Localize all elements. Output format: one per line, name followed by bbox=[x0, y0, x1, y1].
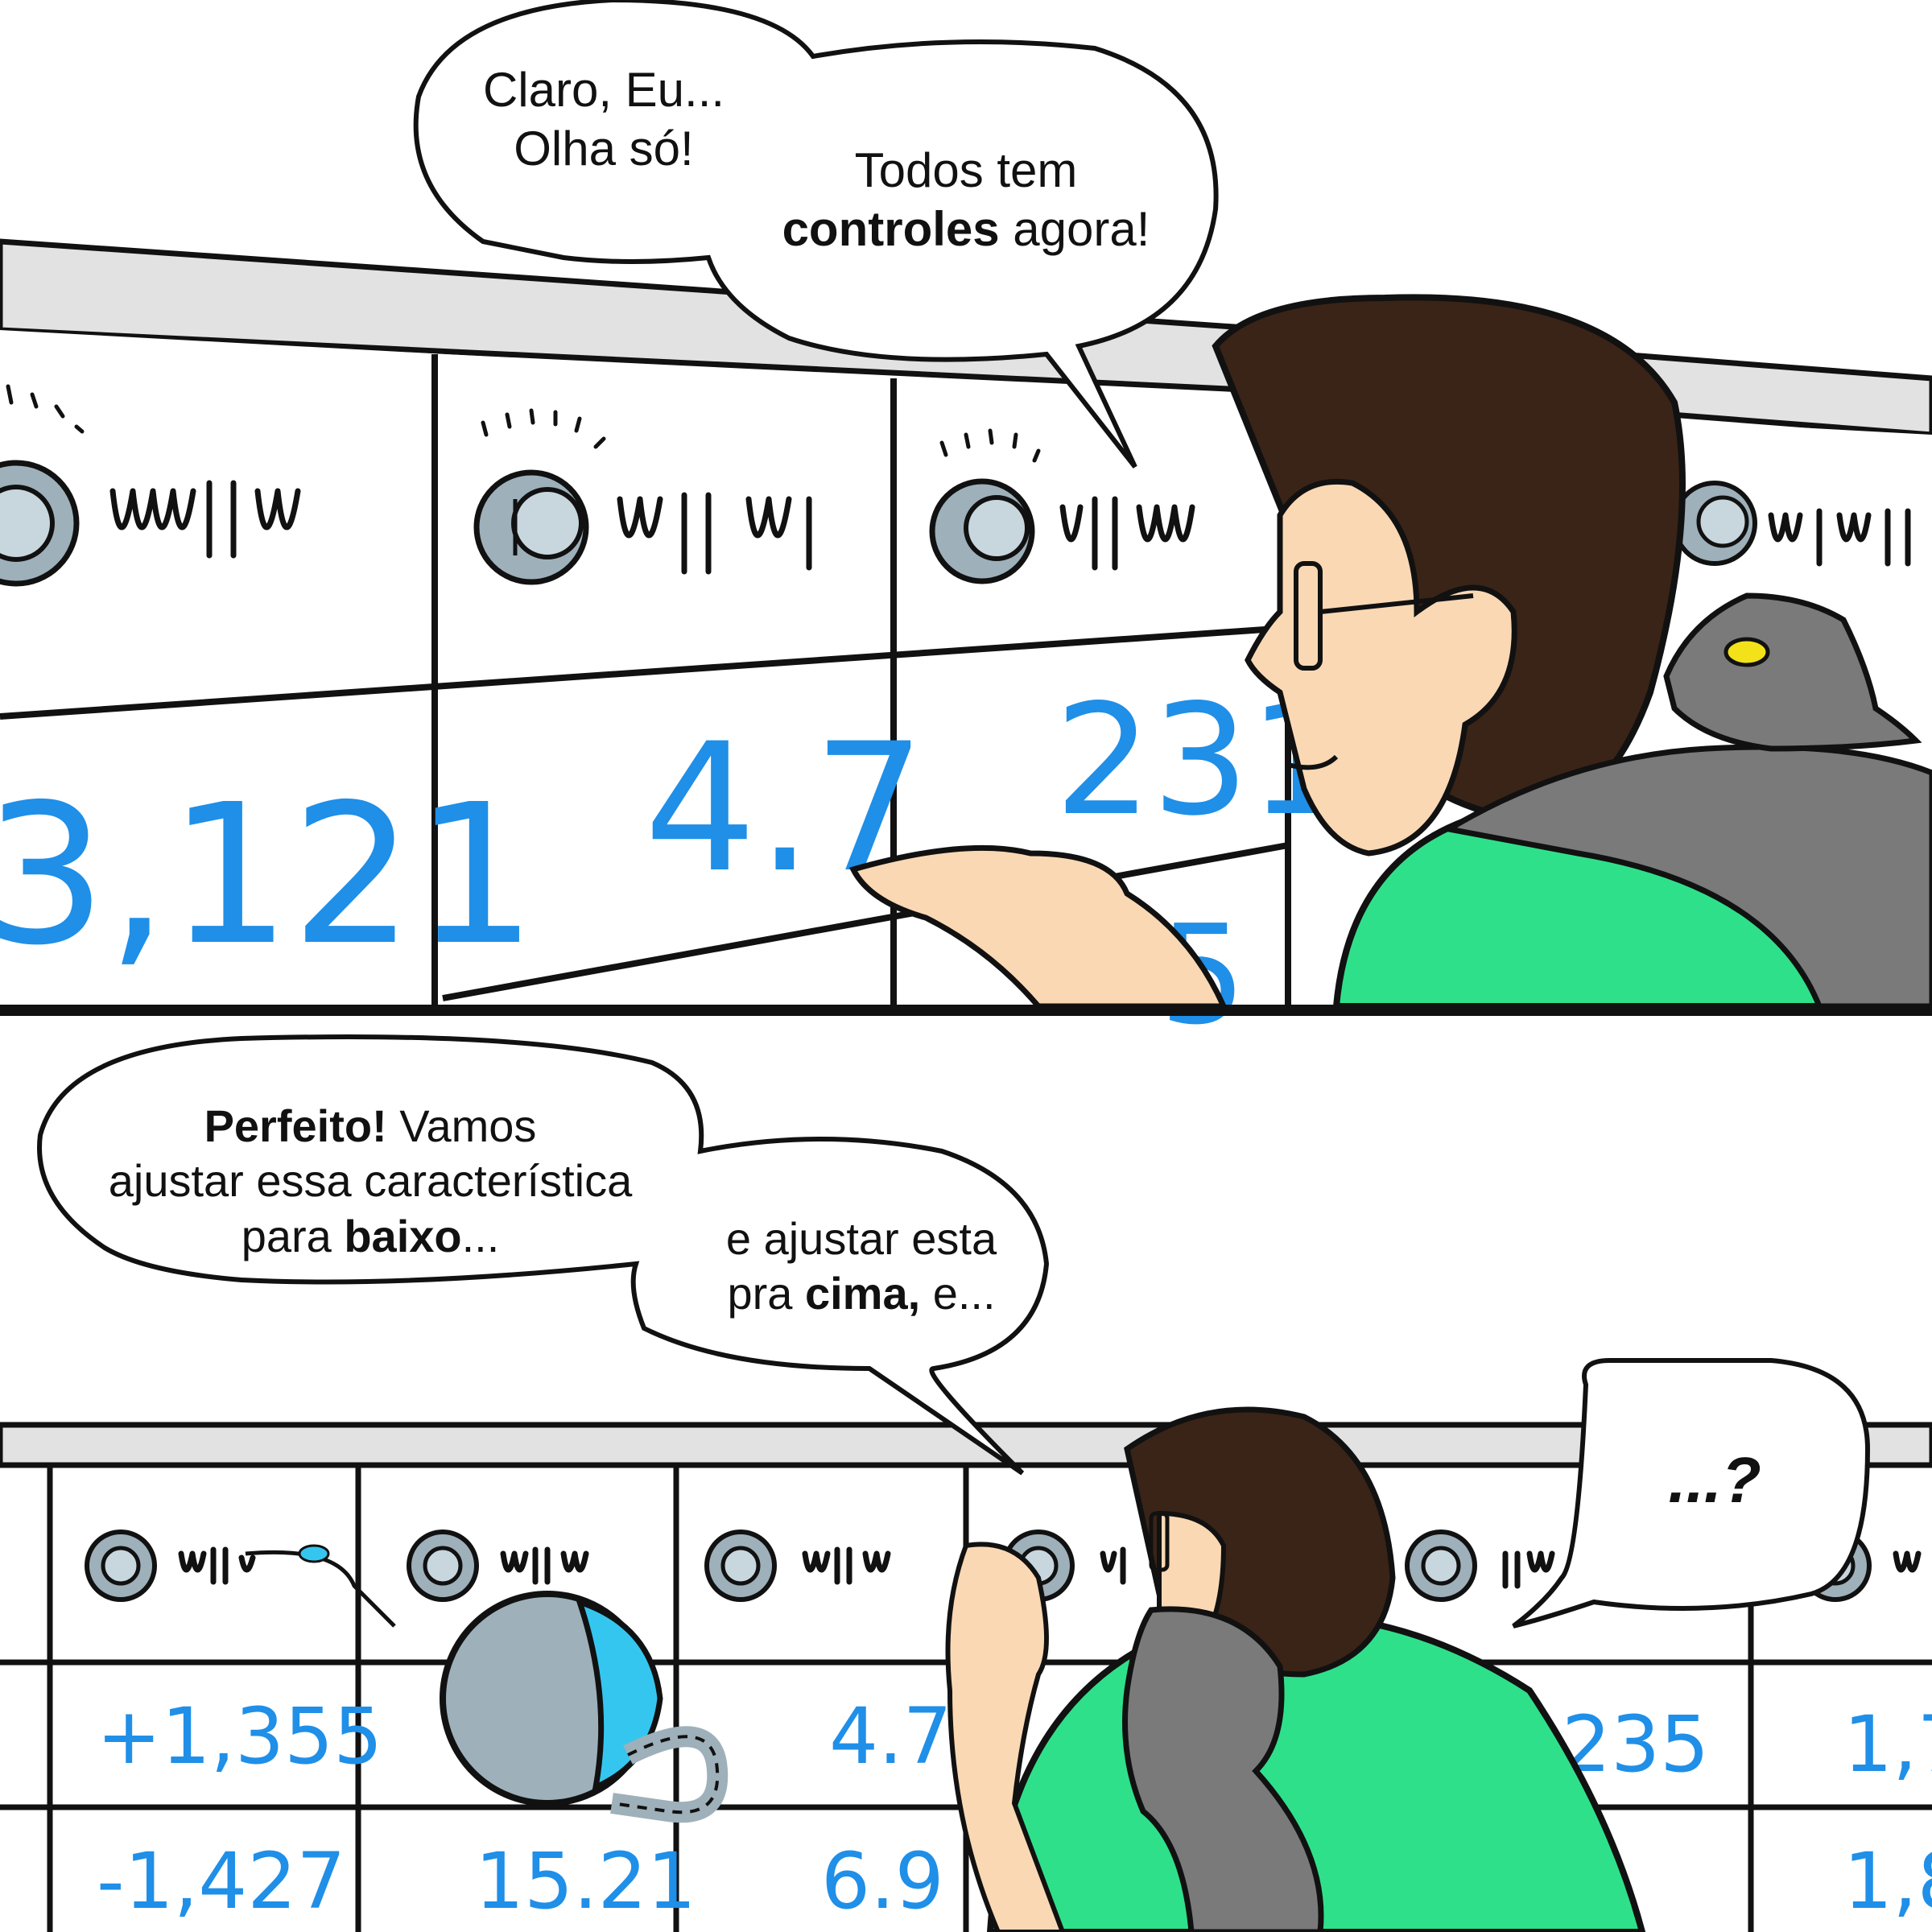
value-cell: 3,121 bbox=[0, 762, 537, 988]
speech-text: Claro, Eu... Olha só! bbox=[482, 63, 725, 176]
knob-icon[interactable] bbox=[929, 478, 1035, 584]
value-cell: 4.7 bbox=[829, 1691, 952, 1781]
value-cell: 6.9 bbox=[821, 1836, 944, 1926]
speech-text: Perfeito! Vamos ajustar essa característ… bbox=[108, 1100, 633, 1261]
robot-cable bbox=[245, 1550, 396, 1628]
knob-icon[interactable] bbox=[704, 1530, 777, 1602]
speech-text: Todos tem controles agora! bbox=[782, 143, 1150, 257]
value-cell: 1,8 bbox=[1843, 1836, 1932, 1926]
knob-icon[interactable] bbox=[85, 1530, 157, 1602]
comic-page: 3,121 4.7 231 5 bbox=[0, 0, 1932, 1932]
cat-eye bbox=[1724, 637, 1770, 667]
value-cell: 15.21 bbox=[475, 1836, 696, 1926]
value-cell: +1,355 bbox=[97, 1691, 382, 1781]
comic-artwork: 3,121 4.7 231 5 bbox=[0, 0, 1932, 1932]
knob-icon[interactable] bbox=[1405, 1530, 1477, 1602]
speech-text: e ajustar esta pra cima, e... bbox=[725, 1213, 997, 1319]
value-cell: 1,7 bbox=[1843, 1699, 1932, 1790]
value-cell: -1,427 bbox=[97, 1836, 345, 1926]
knob-icon[interactable] bbox=[407, 1530, 479, 1602]
speech-text: ...? bbox=[1668, 1444, 1761, 1516]
knob-icon[interactable] bbox=[1672, 481, 1757, 566]
panel-border bbox=[0, 1005, 1932, 1016]
knob-icon[interactable] bbox=[473, 469, 589, 585]
